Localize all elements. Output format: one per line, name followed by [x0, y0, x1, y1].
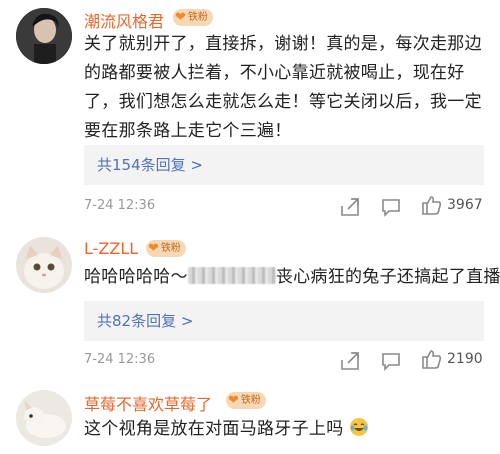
comment-item: 草莓不喜欢草莓了 ❤ 铁粉 这个视角是放在对面马路牙子上吗: [0, 383, 500, 454]
redacted-text: [187, 267, 276, 284]
comment-text: 关了就别开了，直接拆，谢谢！真的是，每次走那边的路都要被人拦着，不小心靠近就被喝…: [84, 34, 482, 141]
avatar[interactable]: [16, 237, 72, 293]
avatar[interactable]: [16, 390, 72, 446]
username[interactable]: 潮流风格君: [84, 8, 164, 32]
heart-icon: ❤: [175, 10, 186, 25]
username[interactable]: L-ZZLL: [84, 239, 138, 258]
like-count: 3967: [447, 197, 483, 213]
comment-date: 7-24 12:36: [84, 352, 156, 367]
heart-icon: ❤: [148, 241, 159, 256]
fan-badge: ❤ 铁粉: [146, 240, 186, 257]
view-replies-button[interactable]: 共154条回复 >: [84, 145, 484, 185]
avatar[interactable]: [16, 8, 72, 64]
comment-icon[interactable]: [380, 350, 402, 372]
like-count: 2190: [447, 351, 483, 367]
comment-item: L-ZZLL ❤ 铁粉 哈哈哈哈哈～ 丧心病狂的兔子还搞起了直播 共82条回复 >…: [0, 230, 500, 378]
comment-item: 潮流风格君 ❤ 铁粉 关了就别开了，直接拆，谢谢！真的是，每次走那边的路都要被人…: [0, 0, 500, 225]
comment-text: 哈哈哈哈哈～ 丧心病狂的兔子还搞起了直播: [84, 267, 500, 287]
view-replies-button[interactable]: 共82条回复 >: [84, 301, 484, 341]
fan-badge: ❤ 铁粉: [226, 392, 266, 409]
heart-icon: ❤: [228, 393, 239, 408]
comment-date: 7-24 12:36: [84, 198, 156, 213]
share-icon[interactable]: [339, 196, 361, 218]
fan-badge: ❤ 铁粉: [173, 9, 213, 26]
share-icon[interactable]: [339, 350, 361, 372]
laughing-crying-emoji: [349, 417, 369, 437]
like-icon[interactable]: [421, 194, 443, 216]
comment-text: 这个视角是放在对面马路牙子上吗: [84, 415, 484, 444]
comment-icon[interactable]: [380, 196, 402, 218]
like-icon[interactable]: [421, 348, 443, 370]
username[interactable]: 草莓不喜欢草莓了: [84, 391, 212, 415]
